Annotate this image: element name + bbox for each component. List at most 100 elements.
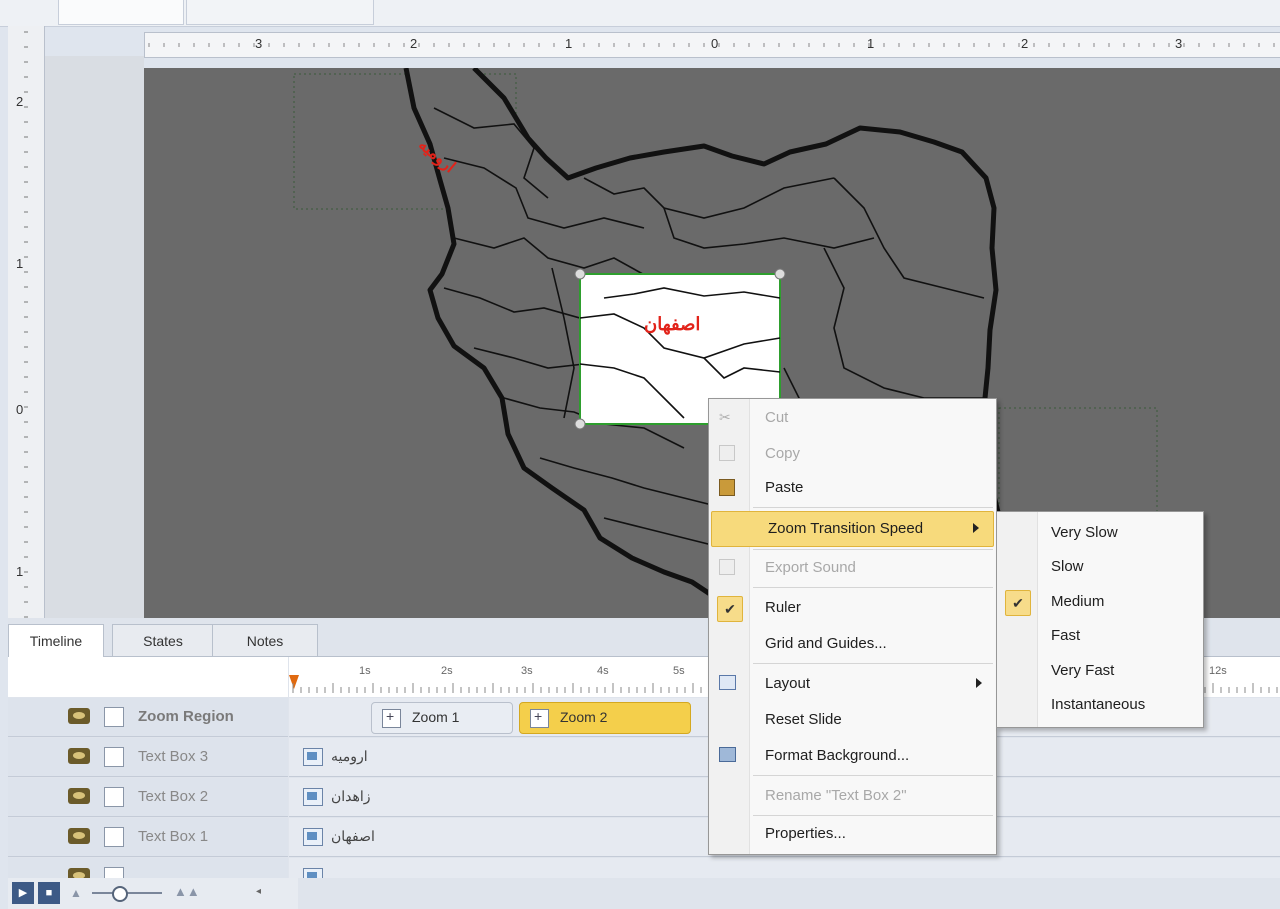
- play-button[interactable]: ▶: [12, 882, 34, 904]
- vruler-label: 0: [16, 402, 24, 417]
- lock-checkbox[interactable]: [104, 827, 124, 847]
- scroll-left-icon[interactable]: ◂: [256, 886, 261, 897]
- stop-button[interactable]: ■: [38, 882, 60, 904]
- eye-icon[interactable]: [68, 748, 90, 764]
- submenu-arrow-icon: [973, 523, 979, 533]
- speed-item-fast[interactable]: Fast: [997, 619, 1203, 653]
- menu-item-rename[interactable]: Rename "Text Box 2": [709, 779, 996, 813]
- track-name: Text Box 1: [138, 828, 209, 845]
- zoom-clip-1[interactable]: Zoom 1: [371, 702, 513, 734]
- menu-separator: [753, 663, 993, 664]
- zoom-icon: [530, 708, 549, 728]
- menu-item-ruler[interactable]: ✔ Ruler: [709, 591, 996, 625]
- text-clip-label[interactable]: ارومیه: [331, 748, 368, 765]
- speed-item-very-fast[interactable]: Very Fast: [997, 654, 1203, 688]
- track-text-box-2[interactable]: Text Box 2 زاهدان: [8, 778, 1280, 817]
- submenu-arrow-icon: [976, 678, 982, 688]
- text-clip-label[interactable]: زاهدان: [331, 788, 371, 805]
- menu-item-zoom-transition-speed[interactable]: Zoom Transition Speed: [711, 511, 994, 547]
- vruler-label: 2: [16, 94, 24, 109]
- hruler-label: 3: [1175, 36, 1183, 51]
- resize-handle[interactable]: [574, 268, 586, 280]
- speed-item-medium[interactable]: ✔ Medium: [997, 585, 1203, 619]
- eye-icon[interactable]: [68, 788, 90, 804]
- timeline-tick: 5s: [673, 665, 685, 677]
- hruler-label: 3: [255, 36, 263, 51]
- menu-item-cut[interactable]: ✂ Cut: [709, 401, 996, 435]
- tab-timeline[interactable]: Timeline: [8, 624, 104, 657]
- zoom-clip-label: Zoom 2: [560, 709, 608, 725]
- text-clip-icon: [303, 788, 323, 806]
- hruler-label: 1: [565, 36, 573, 51]
- track-header: Text Box 3: [8, 738, 288, 777]
- vertical-ruler-ticks: [24, 31, 28, 618]
- image-clip-icon: [303, 868, 323, 878]
- lock-checkbox[interactable]: [104, 867, 124, 878]
- speed-item-very-slow[interactable]: Very Slow: [997, 516, 1203, 550]
- layout-icon: [719, 675, 736, 690]
- menu-item-export-sound[interactable]: Export Sound: [709, 551, 996, 585]
- checkmark-icon: ✔: [717, 596, 743, 622]
- track-header: [8, 858, 288, 878]
- menu-item-reset-slide[interactable]: Reset Slide: [709, 703, 996, 737]
- track-header: Zoom Region: [8, 698, 288, 737]
- top-tab-1[interactable]: [58, 0, 184, 25]
- eye-icon[interactable]: [68, 868, 90, 878]
- menu-item-paste[interactable]: Paste: [709, 471, 996, 505]
- menu-item-layout[interactable]: Layout: [709, 667, 996, 701]
- zoom-icon: [382, 708, 401, 728]
- resize-handle[interactable]: [774, 268, 786, 280]
- menu-separator: [753, 587, 993, 588]
- lock-checkbox[interactable]: [104, 707, 124, 727]
- track-body[interactable]: [289, 858, 1280, 878]
- context-menu: ✂ Cut Copy Paste Zoom Transition Speed E…: [708, 398, 997, 855]
- track-header: Text Box 2: [8, 778, 288, 817]
- hruler-label: 2: [410, 36, 418, 51]
- zoom-clip-2[interactable]: Zoom 2: [519, 702, 691, 734]
- eye-icon[interactable]: [68, 708, 90, 724]
- horizontal-ruler: 3 2 1 0 1 2 3: [144, 32, 1280, 58]
- track-name: Text Box 3: [138, 748, 209, 765]
- track-header: Text Box 1: [8, 818, 288, 857]
- label-isfahan[interactable]: اصفهان: [644, 314, 700, 335]
- timeline-header-left: [8, 657, 288, 697]
- top-tab-2[interactable]: [186, 0, 374, 25]
- format-background-icon: [719, 747, 736, 762]
- zoom-slider-thumb[interactable]: [112, 886, 128, 902]
- hruler-label: 1: [867, 36, 875, 51]
- menu-item-copy[interactable]: Copy: [709, 437, 996, 471]
- zoom-clip-label: Zoom 1: [412, 709, 460, 725]
- zoom-out-icon[interactable]: ▲: [70, 886, 82, 900]
- menu-item-properties[interactable]: Properties...: [709, 817, 996, 851]
- checkmark-icon: ✔: [1005, 590, 1031, 616]
- vruler-label: 1: [16, 564, 24, 579]
- menu-separator: [753, 507, 993, 508]
- tab-states[interactable]: States: [112, 624, 214, 657]
- track-name: Text Box 2: [138, 788, 209, 805]
- timeline-tick: 12s: [1209, 665, 1227, 677]
- menu-item-grid-and-guides[interactable]: Grid and Guides...: [709, 627, 996, 661]
- menu-separator: [753, 815, 993, 816]
- text-clip-label[interactable]: اصفهان: [331, 828, 375, 845]
- hruler-label: 2: [1021, 36, 1029, 51]
- eye-icon[interactable]: [68, 828, 90, 844]
- vruler-label: 1: [16, 256, 24, 271]
- speed-item-slow[interactable]: Slow: [997, 550, 1203, 584]
- menu-separator: [753, 549, 993, 550]
- text-clip-icon: [303, 828, 323, 846]
- tab-notes[interactable]: Notes: [212, 624, 318, 657]
- menu-item-format-background[interactable]: Format Background...: [709, 739, 996, 773]
- copy-icon: [719, 445, 735, 461]
- zoom-speed-submenu: Very Slow Slow ✔ Medium Fast Very Fast I…: [996, 511, 1204, 728]
- track-text-box-1[interactable]: Text Box 1 اصفهان: [8, 818, 1280, 857]
- track-text-box-3[interactable]: Text Box 3 ارومیه: [8, 738, 1280, 777]
- export-sound-icon: [719, 559, 735, 575]
- resize-handle[interactable]: [574, 418, 586, 430]
- lock-checkbox[interactable]: [104, 787, 124, 807]
- lock-checkbox[interactable]: [104, 747, 124, 767]
- track-image[interactable]: [8, 858, 1280, 878]
- canvas-left-gutter: [45, 56, 144, 618]
- zoom-in-icon[interactable]: ▲▲: [174, 884, 200, 899]
- speed-item-instantaneous[interactable]: Instantaneous: [997, 688, 1203, 722]
- timeline-tick: 2s: [441, 665, 453, 677]
